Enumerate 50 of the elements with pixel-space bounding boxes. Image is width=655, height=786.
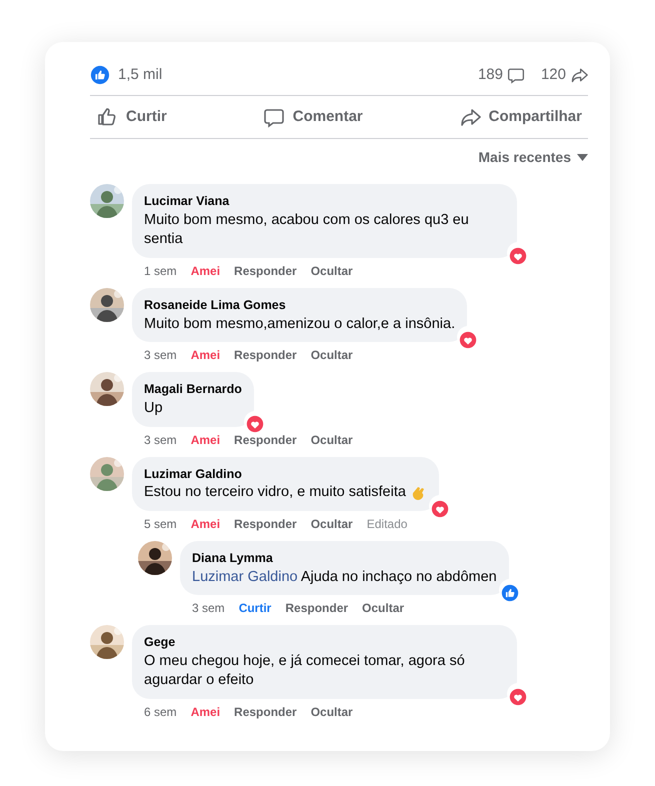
comment-action-link[interactable]: Ocultar: [310, 430, 353, 448]
reaction-link[interactable]: Amei: [190, 514, 220, 533]
sort-dropdown[interactable]: Mais recentes: [478, 147, 588, 168]
timestamp: 3 sem: [144, 347, 177, 364]
edited-label: Editado: [366, 516, 408, 533]
comment-action-link[interactable]: Responder: [234, 430, 297, 448]
comment-text: Muito bom mesmo, acabou com os calores qu3 eu sentia: [144, 210, 470, 250]
reaction-link[interactable]: Amei: [190, 703, 220, 721]
comment-text: Luzimar Galdino Ajuda no inchaço no abdômen: [192, 568, 497, 587]
caret-icon: [577, 154, 588, 161]
timestamp: 3 sem: [192, 600, 225, 618]
like-button[interactable]: Curtir: [90, 96, 173, 138]
reaction-link[interactable]: Amei: [190, 346, 220, 364]
reaction-link[interactable]: Curtir: [238, 599, 272, 618]
comment-action-link[interactable]: Responder: [285, 599, 348, 618]
commenter-name[interactable]: Magali Bernardo: [144, 380, 242, 399]
reaction-link[interactable]: Amei: [190, 262, 220, 280]
reaction-link[interactable]: Amei: [190, 430, 220, 448]
comment-action-link[interactable]: Responder: [234, 262, 297, 280]
like-icon: [90, 65, 110, 86]
commenter-name[interactable]: Gege: [144, 633, 505, 652]
comment-action-link[interactable]: Ocultar: [310, 346, 353, 364]
comment-icon: [506, 66, 525, 84]
comment-text: O meu chegou hoje, e já comecei tomar, agora só aguardar o efeito: [144, 652, 466, 690]
comment-text: Up: [144, 398, 164, 418]
thumbs-up-icon: [96, 106, 118, 128]
timestamp: 5 sem: [144, 516, 177, 533]
share-button[interactable]: Compartilhar: [452, 96, 588, 138]
commenter-name[interactable]: Luzimar Galdino: [144, 464, 427, 484]
share-count: 120: [540, 65, 566, 85]
comment-action-link[interactable]: Ocultar: [310, 703, 353, 721]
comment-count: 189: [478, 65, 503, 85]
comment-text: Muito bom mesmo,amenizou o calor,e a insônia.: [144, 314, 456, 334]
commenter-name[interactable]: Lucimar Viana: [144, 192, 505, 211]
commenter-name[interactable]: Rosaneide Lima Gomes: [144, 296, 456, 315]
comment-action-link[interactable]: Responder: [234, 346, 297, 364]
comment-action-link[interactable]: Responder: [234, 514, 297, 533]
comment-action-link[interactable]: Ocultar: [310, 262, 353, 280]
timestamp: 6 sem: [144, 704, 177, 721]
comment-text: Estou no terceiro vidro, e muito satisfeita: [144, 483, 427, 503]
mention-link[interactable]: Luzimar Galdino: [192, 568, 298, 585]
timestamp: 1 sem: [144, 262, 177, 280]
like-count: 1,5 mil: [118, 65, 162, 85]
share-icon: [570, 66, 588, 84]
comment-action-link[interactable]: Ocultar: [310, 514, 353, 533]
comment-action-link[interactable]: Ocultar: [362, 599, 404, 618]
commenter-name[interactable]: Diana Lymma: [192, 548, 497, 568]
timestamp: 3 sem: [144, 432, 177, 448]
comment-action-link[interactable]: Responder: [234, 703, 297, 721]
comment-button[interactable]: Comentar: [256, 96, 369, 138]
